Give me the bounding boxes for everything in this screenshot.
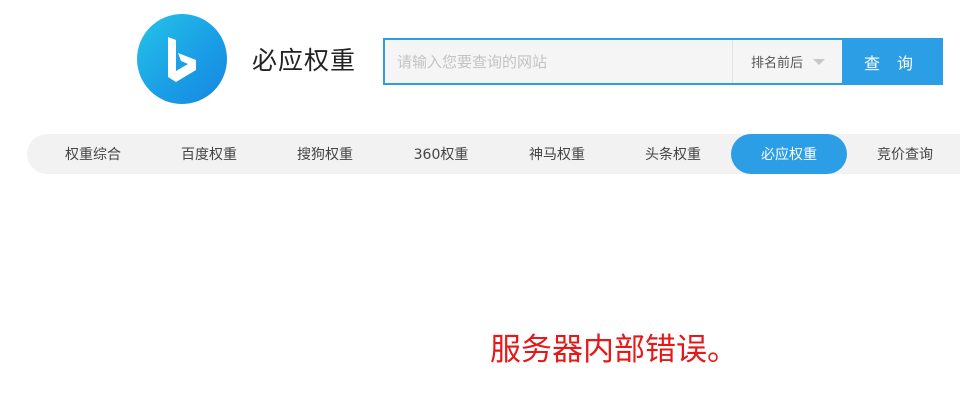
nav-item-360-weight[interactable]: 360权重: [383, 134, 499, 174]
query-button[interactable]: 查 询: [842, 40, 941, 83]
page: 必应权重 排名前后 查 询 权重综合 百度权重 搜狗权重 360权重 神马权重 …: [0, 0, 960, 398]
chevron-down-icon: [813, 58, 826, 65]
search-box: 排名前后 查 询: [383, 38, 943, 85]
nav-item-bing-weight[interactable]: 必应权重: [731, 134, 847, 174]
site-title: 必应权重: [252, 46, 357, 75]
rank-order-label: 排名前后: [751, 56, 804, 71]
weight-nav: 权重综合 百度权重 搜狗权重 360权重 神马权重 头条权重 必应权重 竞价查询: [27, 134, 960, 174]
bing-b-icon: [168, 37, 196, 82]
rank-order-select[interactable]: 排名前后: [732, 40, 842, 83]
nav-item-toutiao-weight[interactable]: 头条权重: [615, 134, 731, 174]
nav-item-sogou-weight[interactable]: 搜狗权重: [267, 134, 383, 174]
nav-item-shenma-weight[interactable]: 神马权重: [499, 134, 615, 174]
bing-logo-icon[interactable]: [137, 14, 227, 104]
nav-item-baidu-weight[interactable]: 百度权重: [151, 134, 267, 174]
nav-item-overall-weight[interactable]: 权重综合: [35, 134, 151, 174]
search-input[interactable]: [385, 40, 732, 83]
error-message: 服务器内部错误。: [490, 332, 738, 368]
nav-item-bid-query[interactable]: 竞价查询: [847, 134, 960, 174]
